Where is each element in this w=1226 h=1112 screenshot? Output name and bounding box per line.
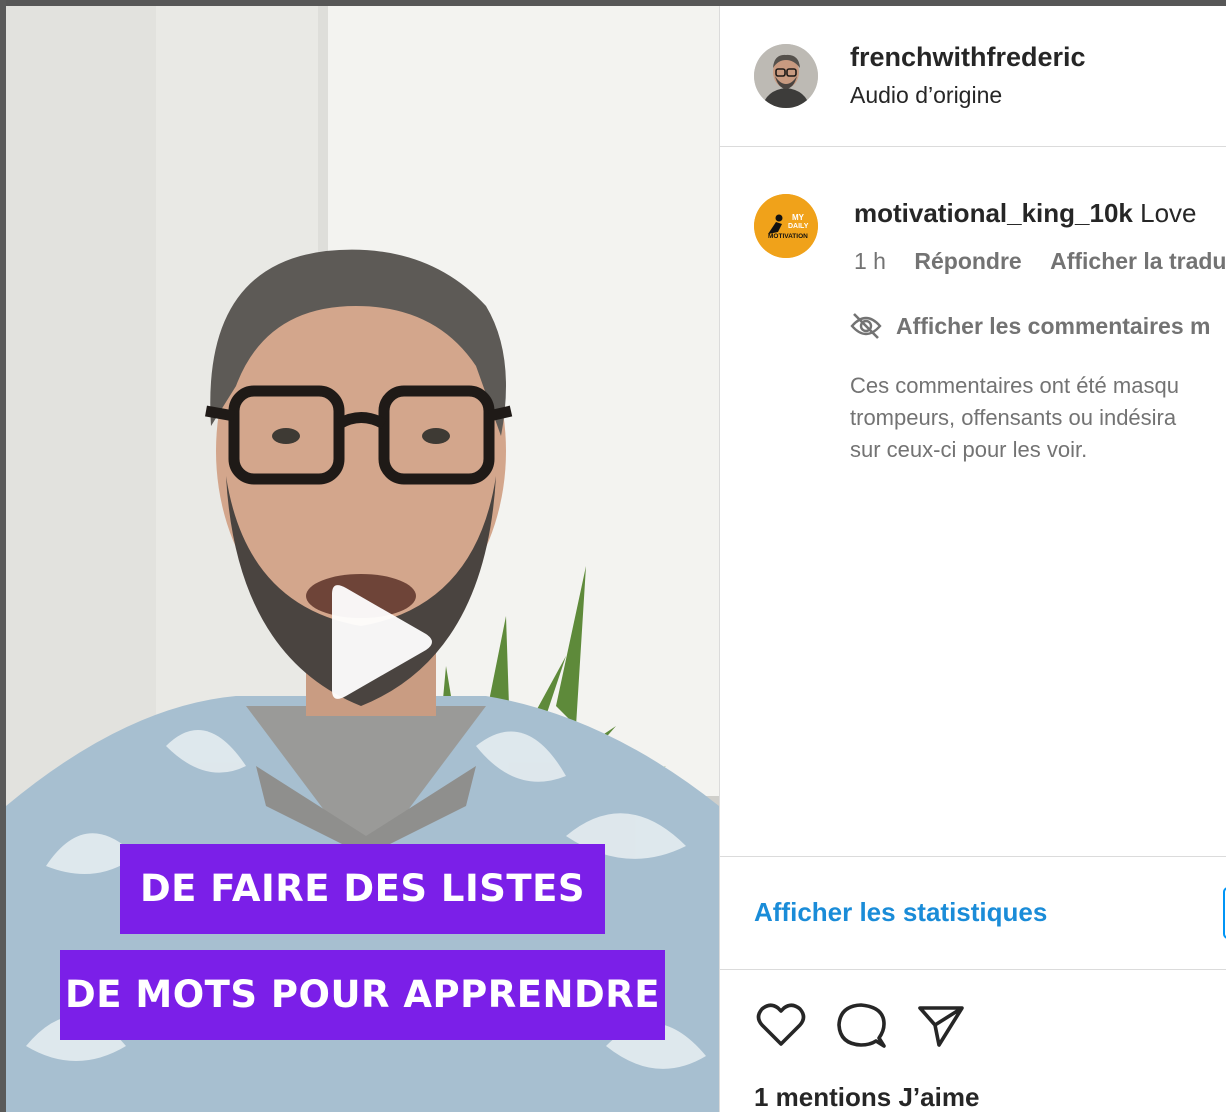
comment-time: 1 h — [854, 248, 886, 274]
author-avatar[interactable] — [754, 44, 818, 108]
translate-button[interactable]: Afficher la tradu — [1050, 248, 1226, 274]
author-username[interactable]: frenchwithfrederic — [850, 42, 1086, 73]
reply-button[interactable]: Répondre — [914, 248, 1021, 274]
my-daily-motivation-logo: MY DAILY MOTIVATION — [754, 194, 818, 258]
window-left-edge — [0, 0, 6, 1112]
eye-slash-icon — [850, 313, 882, 339]
author-photo — [754, 44, 818, 108]
hidden-note-line-3: sur ceux-ci pour les voir. — [850, 437, 1088, 462]
commenter-avatar[interactable]: MY DAILY MOTIVATION — [754, 194, 818, 258]
heart-icon[interactable] — [754, 998, 808, 1052]
hidden-note-line-1: Ces commentaires ont été masqu — [850, 373, 1179, 398]
comment-icon[interactable] — [834, 998, 888, 1052]
comment-text-line: motivational_king_10k Love — [854, 198, 1197, 229]
insights-bar: Afficher les statistiques — [720, 856, 1226, 970]
post-header: frenchwithfrederic Audio d’origine — [720, 6, 1226, 147]
hidden-comments-note: Ces commentaires ont été masqu trompeurs… — [850, 370, 1226, 466]
show-hidden-comments-label: Afficher les commentaires m — [896, 312, 1211, 339]
svg-text:MY: MY — [792, 213, 805, 222]
play-icon[interactable] — [302, 572, 442, 712]
view-insights-link[interactable]: Afficher les statistiques — [754, 897, 1047, 928]
video-frame — [6, 6, 719, 1112]
share-icon[interactable] — [914, 998, 968, 1052]
action-bar — [754, 998, 968, 1052]
hidden-note-line-2: trompeurs, offensants ou indésira — [850, 405, 1177, 430]
instagram-post-window: DE FAIRE DES LISTES DE MOTS POUR APPREND… — [0, 0, 1226, 1112]
svg-text:DAILY: DAILY — [788, 223, 809, 230]
commenter-username[interactable]: motivational_king_10k — [854, 198, 1133, 228]
comment-meta: 1 h Répondre Afficher la tradu — [854, 248, 1226, 275]
video-caption-2: DE MOTS POUR APPRENDRE — [60, 950, 665, 1040]
comment-body: Love — [1140, 198, 1197, 228]
original-audio-link[interactable]: Audio d’origine — [850, 82, 1002, 109]
video-caption-1: DE FAIRE DES LISTES — [120, 844, 605, 934]
reel-video[interactable]: DE FAIRE DES LISTES DE MOTS POUR APPREND… — [6, 6, 719, 1112]
svg-text:MOTIVATION: MOTIVATION — [768, 233, 808, 240]
show-hidden-comments-button[interactable]: Afficher les commentaires m — [850, 312, 1210, 340]
likes-count[interactable]: 1 mentions J’aime — [754, 1082, 979, 1112]
post-side-panel: frenchwithfrederic Audio d’origine MY DA… — [719, 6, 1226, 1112]
